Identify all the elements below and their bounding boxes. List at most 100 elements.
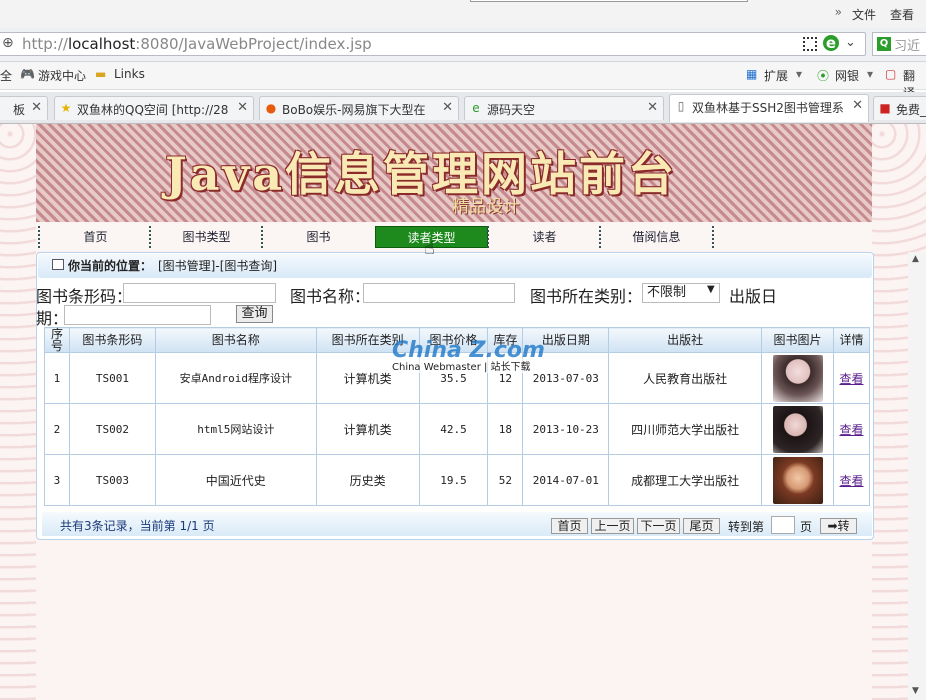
goto-page-input[interactable] xyxy=(771,516,795,534)
ie-engine-icon[interactable]: e xyxy=(823,35,839,51)
book-cover-image xyxy=(772,405,823,453)
scrollbar[interactable] xyxy=(908,252,926,700)
browser-window: { "browser": { "menu_arrow": "»", "menu_… xyxy=(0,0,926,700)
close-icon[interactable]: ✕ xyxy=(442,100,453,115)
prev-page-button[interactable]: 上一页 xyxy=(591,518,634,534)
cell-publisher: 四川师范大学出版社 xyxy=(608,403,763,455)
cell-barcode: TS001 xyxy=(68,352,156,404)
cell-price: 19.5 xyxy=(418,454,489,506)
tab-library[interactable]: ▯ 双鱼林基于SSH2图书管理系 ✕ xyxy=(669,94,869,122)
next-page-button[interactable]: 下一页 xyxy=(637,518,680,534)
cell-detail: 查看 xyxy=(832,454,871,506)
popup-box xyxy=(470,0,748,2)
chevron-down-icon[interactable]: ⌄ xyxy=(845,35,856,50)
book-name-input[interactable] xyxy=(363,283,515,303)
cell-barcode: TS002 xyxy=(68,403,156,455)
nav-home[interactable]: 首页 xyxy=(38,226,151,248)
tab-source[interactable]: e 源码天空 ✕ xyxy=(464,96,664,120)
cell-detail: 查看 xyxy=(832,403,871,455)
cell-price: 42.5 xyxy=(418,403,489,455)
cell-no: 1 xyxy=(44,352,70,404)
cell-name: 安卓Android程序设计 xyxy=(154,352,317,404)
chevron-down-icon[interactable]: ▼ xyxy=(707,284,715,295)
nav-borrow-info[interactable]: 借阅信息 xyxy=(599,226,712,248)
folder-icon: ▬ xyxy=(95,67,107,81)
close-icon[interactable]: ✕ xyxy=(31,100,42,115)
cell-barcode: TS003 xyxy=(68,454,156,506)
last-page-button[interactable]: 尾页 xyxy=(683,518,720,534)
menu-view[interactable]: 查看 xyxy=(890,6,914,23)
site-subtitle: 精品设计 xyxy=(452,197,520,217)
go-button[interactable]: ➡转 xyxy=(820,518,857,534)
fav-item-links[interactable]: Links xyxy=(114,67,145,81)
location-breadcrumb: [图书管理]-[图书查询] xyxy=(158,259,278,273)
cell-date: 2014-07-01 xyxy=(522,454,610,506)
cell-detail: 查看 xyxy=(832,352,871,404)
scroll-up-icon[interactable]: ▲ xyxy=(912,254,919,264)
tab-label: 板 xyxy=(13,103,26,117)
close-icon[interactable]: ✕ xyxy=(647,100,658,115)
grid-icon: ▦ xyxy=(746,67,758,81)
book-cover-image xyxy=(772,354,823,402)
cell-category: 历史类 xyxy=(315,454,420,506)
view-link[interactable]: 查看 xyxy=(839,372,863,386)
menu-overflow-icon[interactable]: » xyxy=(835,5,842,19)
window-icon xyxy=(52,259,64,270)
book-cover-image xyxy=(772,456,823,504)
cell-image xyxy=(761,454,834,506)
fav-item-all[interactable]: 全 xyxy=(0,67,12,84)
menu-file[interactable]: 文件 xyxy=(852,6,876,23)
col-header-name: 图书名称 xyxy=(154,327,317,353)
col-header-publisher: 出版社 xyxy=(608,327,763,353)
tab-0[interactable]: 板 ✕ xyxy=(0,96,48,120)
nav-book-type[interactable]: 图书类型 xyxy=(149,226,262,248)
fav-right-bank[interactable]: 网银 xyxy=(835,67,859,84)
view-link[interactable]: 查看 xyxy=(839,423,863,437)
title-strip xyxy=(0,0,926,28)
nav-divider xyxy=(712,226,714,248)
col-header-no: 序号 xyxy=(44,327,70,353)
cell-no: 3 xyxy=(44,454,70,506)
red-icon: ■ xyxy=(879,101,891,115)
dropdown-arrow-icon[interactable]: ▾ xyxy=(796,67,802,81)
first-page-button[interactable]: 首页 xyxy=(551,518,588,534)
cell-image xyxy=(761,352,834,404)
tab-bobo[interactable]: ● BoBo娱乐-网易旗下大型在 ✕ xyxy=(259,96,459,120)
cell-category: 计算机类 xyxy=(315,403,420,455)
table-row: 3 TS003 中国近代史 历史类 19.5 52 2014-07-01 成都理… xyxy=(44,454,871,506)
view-link[interactable]: 查看 xyxy=(839,474,863,488)
page-info-icon[interactable]: ⊕ xyxy=(2,35,14,51)
ie-icon: e xyxy=(472,101,480,115)
col-header-barcode: 图书条形码 xyxy=(68,327,156,353)
watermark-caption: China Webmaster | 站长下载 xyxy=(392,358,531,373)
query-button[interactable]: 查询 xyxy=(236,305,273,323)
nav-reader[interactable]: 读者 xyxy=(487,226,600,248)
scroll-down-icon[interactable]: ▼ xyxy=(912,686,919,696)
address-text[interactable]: http://localhost:8080/JavaWebProject/ind… xyxy=(22,35,372,53)
col-header-detail: 详情 xyxy=(832,327,871,353)
book-name-label: 图书名称： xyxy=(290,287,371,306)
page-label: 页 xyxy=(800,520,813,534)
cell-publisher: 人民教育出版社 xyxy=(608,352,763,404)
dropdown-arrow-icon[interactable]: ▾ xyxy=(867,67,873,81)
close-icon[interactable]: ✕ xyxy=(852,98,863,113)
cell-name: html5网站设计 xyxy=(154,403,317,455)
publish-date-input[interactable] xyxy=(64,305,211,325)
fav-right-extensions[interactable]: 扩展 xyxy=(764,67,788,84)
cell-name: 中国近代史 xyxy=(154,454,317,506)
fav-item-games[interactable]: 游戏中心 xyxy=(38,67,86,84)
col-header-image: 图书图片 xyxy=(761,327,834,353)
close-icon[interactable]: ✕ xyxy=(237,100,248,115)
tab-free[interactable]: ■ 免费_ xyxy=(873,96,926,120)
barcode-input[interactable] xyxy=(123,283,276,303)
page-icon: ▯ xyxy=(677,99,685,113)
location-label: 你当前的位置： xyxy=(68,259,153,273)
blank-icon xyxy=(0,101,9,115)
search-icon[interactable]: Q xyxy=(877,37,891,51)
tab-qq[interactable]: ★ 双鱼林的QQ空间 [http://28 ✕ xyxy=(54,96,254,120)
cell-date: 2013-10-23 xyxy=(522,403,610,455)
search-placeholder: 习近 xyxy=(894,39,921,54)
nav-book[interactable]: 图书 xyxy=(261,226,374,248)
qr-code-icon[interactable] xyxy=(803,37,817,51)
tab-label: 双鱼林基于SSH2图书管理系 xyxy=(692,101,844,115)
